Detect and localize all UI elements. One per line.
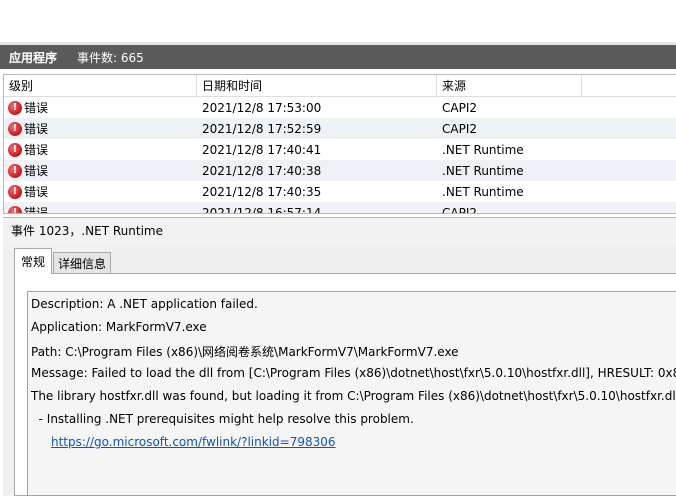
- application-line: Application: MarkFormV7.exe: [31, 320, 207, 334]
- error-icon: !: [8, 205, 22, 213]
- row-datetime: 2021/12/8 16:57:14: [202, 205, 322, 214]
- row-datetime: 2021/12/8 17:40:35: [202, 184, 322, 199]
- row-level: 错误: [24, 101, 49, 115]
- event-count: 事件数: 665: [77, 50, 144, 65]
- row-datetime: 2021/12/8 17:52:59: [202, 121, 322, 136]
- help-link[interactable]: https://go.microsoft.com/fwlink/?linkid=…: [51, 435, 336, 449]
- error-icon: !: [8, 121, 22, 136]
- error-icon: !: [8, 184, 22, 199]
- table-row[interactable]: ! 错误 2021/12/8 17:40:35 .NET Runtime: [4, 181, 676, 202]
- row-datetime: 2021/12/8 17:53:00: [202, 100, 322, 115]
- row-source: .NET Runtime: [442, 142, 524, 157]
- row-source: .NET Runtime: [442, 184, 524, 199]
- row-datetime: 2021/12/8 17:40:38: [202, 163, 322, 178]
- column-header-source[interactable]: 来源: [437, 75, 582, 96]
- row-level: 错误: [24, 206, 49, 214]
- row-level: 错误: [24, 143, 49, 157]
- path-line: Path: C:\Program Files (x86)\网络阅卷系统\Mark…: [31, 345, 459, 359]
- event-list[interactable]: 级别 日期和时间 来源 ! 错误 2021/12/8 17:53:00 CAPI2…: [3, 74, 676, 214]
- event-detail-title: 事件 1023，.NET Runtime: [3, 217, 676, 243]
- error-icon: !: [8, 163, 22, 178]
- column-header-datetime[interactable]: 日期和时间: [197, 75, 437, 96]
- event-description-box[interactable]: Description: A .NET application failed. …: [27, 291, 676, 496]
- error-icon: !: [8, 100, 22, 115]
- row-level: 错误: [24, 185, 49, 199]
- library-line: The library hostfxr.dll was found, but l…: [31, 389, 676, 403]
- row-source: .NET Runtime: [442, 163, 524, 178]
- log-title: 应用程序: [9, 50, 58, 65]
- log-header: 应用程序 事件数: 665: [0, 45, 676, 69]
- prerequisites-line: - Installing .NET prerequisites might he…: [31, 412, 414, 426]
- table-row[interactable]: ! 错误 2021/12/8 17:40:41 .NET Runtime: [4, 139, 676, 160]
- row-level: 错误: [24, 122, 49, 136]
- event-list-header: 级别 日期和时间 来源: [4, 75, 676, 97]
- top-blank-area: [0, 0, 676, 42]
- row-source: CAPI2: [442, 121, 477, 136]
- description-line: Description: A .NET application failed.: [31, 297, 258, 311]
- tab-general[interactable]: 常规: [14, 248, 53, 274]
- table-row[interactable]: ! 错误 2021/12/8 17:52:59 CAPI2: [4, 118, 676, 139]
- column-header-blank: [582, 75, 676, 96]
- detail-tabs: 常规 详细信息: [14, 248, 112, 274]
- message-line: Message: Failed to load the dll from [C:…: [31, 366, 676, 380]
- row-level: 错误: [24, 164, 49, 178]
- table-row[interactable]: ! 错误 2021/12/8 17:40:38 .NET Runtime: [4, 160, 676, 181]
- row-datetime: 2021/12/8 17:40:41: [202, 142, 322, 157]
- tab-details[interactable]: 详细信息: [53, 252, 112, 274]
- error-icon: !: [8, 142, 22, 157]
- table-row[interactable]: ! 错误 2021/12/8 17:53:00 CAPI2: [4, 97, 676, 118]
- row-source: CAPI2: [442, 205, 477, 214]
- table-row[interactable]: ! 错误 2021/12/8 16:57:14 CAPI2: [4, 202, 676, 214]
- column-header-level[interactable]: 级别: [4, 75, 197, 96]
- row-source: CAPI2: [442, 100, 477, 115]
